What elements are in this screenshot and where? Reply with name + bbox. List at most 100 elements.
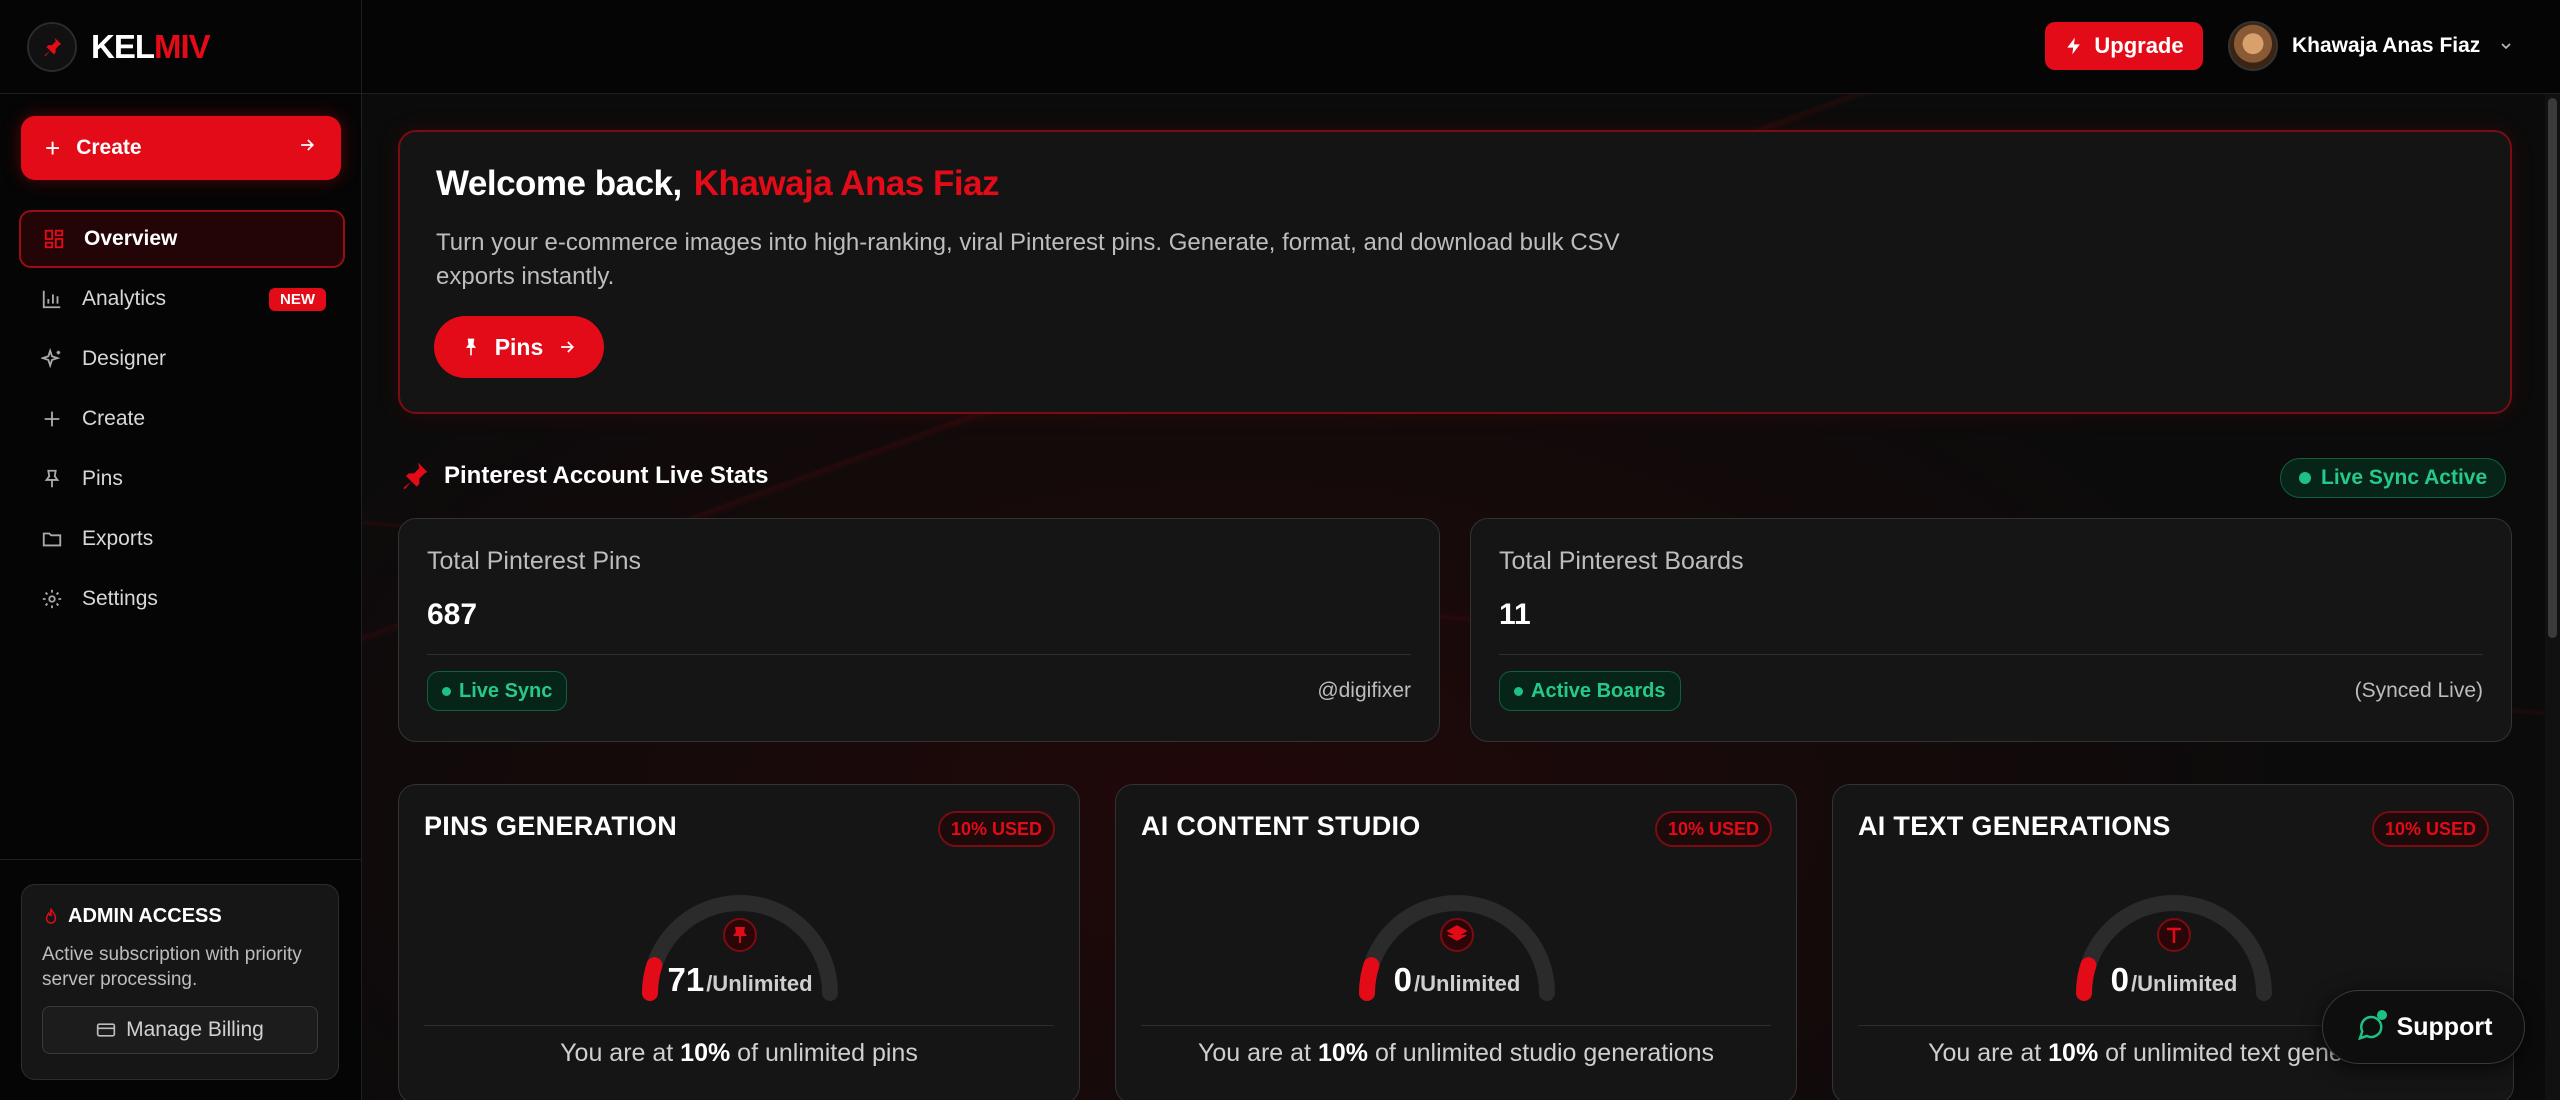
user-name: Khawaja Anas Fiaz — [2292, 34, 2481, 57]
stat-footer: Live Sync @digifixer — [427, 671, 1411, 711]
arrow-right-icon — [557, 337, 577, 357]
stat-label: Total Pinterest Pins — [427, 547, 641, 575]
plus-icon — [38, 405, 66, 433]
usage-footer-percent: 10% — [680, 1039, 731, 1067]
usage-number: 0 — [2110, 961, 2129, 998]
main-content: Welcome back, Khawaja Anas Fiaz Turn your… — [362, 94, 2545, 1100]
sidebar-footer: ADMIN ACCESS Active subscription with pr… — [0, 859, 362, 1100]
usage-footer-pre: You are at — [1928, 1039, 2042, 1067]
create-button[interactable]: + Create — [21, 116, 341, 180]
flame-icon — [42, 907, 60, 926]
plus-icon: + — [45, 132, 61, 163]
top-header: Upgrade Khawaja Anas Fiaz — [362, 0, 2560, 94]
usage-gauge: 0/Unlimited — [2066, 885, 2282, 1005]
sidebar-nav: Overview Analytics NEW Designer Create P… — [19, 210, 345, 630]
sparkles-icon — [38, 345, 66, 373]
lightning-icon — [2064, 35, 2084, 57]
sidebar-item-label: Designer — [82, 347, 167, 370]
usage-number: 71 — [667, 961, 705, 998]
status-dot-icon — [1514, 686, 1523, 696]
sidebar-item-pins[interactable]: Pins — [19, 450, 345, 508]
online-indicator — [2376, 1010, 2387, 1020]
status-badge-text: Active Boards — [1531, 679, 1666, 702]
usage-badge: 10% USED — [1654, 811, 1772, 847]
sidebar: KELMIV + Create Overview Analytics NEW D… — [0, 0, 362, 1100]
account-handle: @digifixer — [1317, 679, 1411, 702]
usage-footer-percent: 10% — [2048, 1039, 2099, 1067]
folder-icon — [38, 525, 66, 553]
admin-access-card: ADMIN ACCESS Active subscription with pr… — [21, 884, 339, 1080]
sidebar-item-analytics[interactable]: Analytics NEW — [19, 270, 345, 328]
status-dot-icon — [442, 686, 451, 696]
sidebar-item-exports[interactable]: Exports — [19, 510, 345, 568]
stat-value: 687 — [427, 598, 478, 631]
upgrade-label: Upgrade — [2094, 33, 2184, 58]
chevron-down-icon — [2498, 38, 2514, 54]
chat-bubble-icon — [2355, 1010, 2387, 1042]
admin-title-text: ADMIN ACCESS — [68, 905, 222, 927]
upgrade-button[interactable]: Upgrade — [2045, 22, 2203, 70]
main-scrollbar[interactable] — [2545, 94, 2560, 1100]
sidebar-item-designer[interactable]: Designer — [19, 330, 345, 388]
status-badge-text: Live Sync — [459, 679, 553, 702]
usage-footer-post: of unlimited studio generations — [1374, 1039, 1715, 1067]
bar-chart-icon — [38, 285, 66, 313]
status-badge: Live Sync — [427, 671, 568, 711]
ai-content-studio-card: AI CONTENT STUDIO 10% USED 0/Unlimited Y… — [1115, 784, 1797, 1100]
stats-heading-text: Pinterest Account Live Stats — [444, 462, 769, 489]
sidebar-item-create[interactable]: Create — [19, 390, 345, 448]
create-button-label: Create — [76, 136, 142, 159]
logo-pin-icon — [27, 21, 77, 72]
pushpin-icon — [398, 460, 430, 492]
stat-value: 11 — [1499, 598, 1531, 631]
manage-billing-button[interactable]: Manage Billing — [42, 1006, 318, 1054]
usage-unit: /Unlimited — [706, 971, 813, 996]
divider — [1499, 654, 2483, 655]
usage-footer-percent: 10% — [1317, 1039, 1368, 1067]
usage-footer-post: of unlimited pins — [737, 1039, 918, 1067]
sidebar-item-label: Exports — [82, 527, 154, 550]
usage-gauge: 71/Unlimited — [632, 885, 848, 1005]
admin-title: ADMIN ACCESS — [42, 905, 318, 928]
sidebar-item-overview[interactable]: Overview — [19, 210, 345, 268]
avatar — [2228, 21, 2278, 71]
welcome-title: Welcome back, Khawaja Anas Fiaz — [436, 164, 2474, 204]
divider — [1141, 1025, 1771, 1026]
pins-button[interactable]: Pins — [434, 316, 604, 378]
scrollbar-thumb[interactable] — [2548, 98, 2557, 638]
divider — [427, 654, 1411, 655]
usage-value: 0/Unlimited — [2066, 961, 2282, 999]
manage-billing-label: Manage Billing — [126, 1018, 264, 1041]
welcome-card: Welcome back, Khawaja Anas Fiaz Turn your… — [398, 130, 2512, 414]
credit-card-icon — [96, 1022, 116, 1038]
stat-footer: Active Boards (Synced Live) — [1499, 671, 2483, 711]
usage-number: 0 — [1393, 961, 1412, 998]
brand[interactable]: KELMIV — [0, 0, 361, 94]
usage-badge: 10% USED — [937, 811, 1055, 847]
pins-button-label: Pins — [494, 333, 544, 360]
user-menu[interactable]: Khawaja Anas Fiaz — [2228, 21, 2514, 71]
gear-icon — [38, 585, 66, 613]
usage-gauge: 0/Unlimited — [1349, 885, 1565, 1005]
usage-footer-pre: You are at — [1197, 1039, 1311, 1067]
support-button[interactable]: Support — [2322, 990, 2525, 1064]
usage-unit: /Unlimited — [2131, 971, 2238, 996]
welcome-description: Turn your e-commerce images into high-ra… — [436, 229, 1620, 290]
total-boards-card: Total Pinterest Boards 11 Active Boards … — [1470, 518, 2512, 742]
usage-footer: You are at 10% of unlimited studio gener… — [1116, 1039, 1796, 1068]
sidebar-item-label: Overview — [84, 227, 178, 250]
status-badge: Active Boards — [1499, 671, 1681, 711]
sync-note: (Synced Live) — [2354, 679, 2483, 702]
sidebar-item-label: Settings — [82, 587, 158, 610]
stat-label: Total Pinterest Boards — [1499, 547, 1744, 575]
usage-footer-pre: You are at — [560, 1039, 674, 1067]
grid-icon — [40, 225, 68, 253]
usage-unit: /Unlimited — [1414, 971, 1521, 996]
sidebar-item-label: Create — [82, 407, 146, 430]
welcome-user-name: Khawaja Anas Fiaz — [693, 164, 1000, 203]
total-pins-card: Total Pinterest Pins 687 Live Sync @digi… — [398, 518, 1440, 742]
brand-name: KELMIV — [91, 27, 211, 65]
sidebar-item-label: Analytics — [82, 287, 167, 310]
admin-description: Active subscription with priority server… — [42, 944, 302, 990]
sidebar-item-settings[interactable]: Settings — [19, 570, 345, 628]
